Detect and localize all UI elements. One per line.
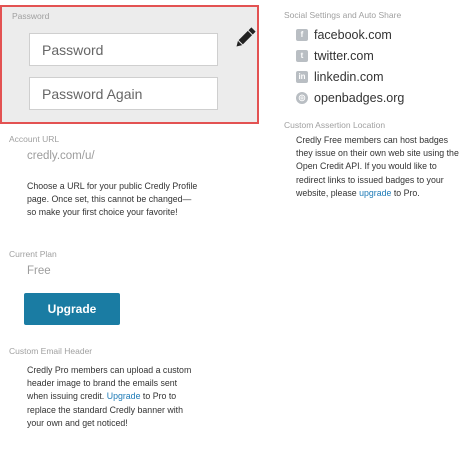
account-url-value: credly.com/u/ bbox=[27, 150, 95, 162]
email-header-text: when issuing credit. bbox=[27, 391, 105, 402]
linkedin-icon: in bbox=[296, 70, 308, 83]
openbadges-icon: ◎ bbox=[296, 91, 308, 104]
account-url-help-line: page. Once set, this cannot be changed— bbox=[27, 194, 192, 205]
account-url-help: Choose a URL for your public Credly Prof… bbox=[27, 180, 197, 220]
social-item-facebook[interactable]: f facebook.com bbox=[296, 24, 404, 45]
email-header-line: header image to brand the emails sent bbox=[27, 378, 178, 389]
account-url-help-line: so make your first choice your favorite! bbox=[27, 207, 178, 218]
current-plan-label: Current Plan bbox=[9, 249, 57, 259]
facebook-icon: f bbox=[296, 28, 308, 41]
assertion-line: Credly Free members can host badges bbox=[296, 135, 449, 145]
social-settings-label: Social Settings and Auto Share bbox=[284, 10, 402, 20]
social-item-label: openbadges.org bbox=[314, 90, 405, 105]
email-header-line: when issuing credit. Upgrade to Pro to bbox=[27, 390, 191, 403]
email-header-line: Credly Pro members can upload a custom bbox=[27, 365, 192, 375]
account-url-help-line: Choose a URL for your public Credly Prof… bbox=[27, 181, 198, 191]
account-url-label: Account URL bbox=[9, 134, 60, 144]
current-plan-value: Free bbox=[27, 265, 51, 277]
social-item-label: twitter.com bbox=[314, 48, 374, 63]
email-header-text: to Pro to bbox=[142, 391, 177, 402]
assertion-text: to Pro. bbox=[393, 187, 420, 198]
upgrade-button[interactable]: Upgrade bbox=[24, 293, 120, 325]
social-list: f facebook.com t twitter.com in linkedin… bbox=[296, 24, 404, 108]
assertion-line: they issue on their own web site using t… bbox=[296, 148, 459, 159]
upgrade-link[interactable]: upgrade bbox=[359, 188, 391, 198]
password-section: Password bbox=[0, 5, 259, 124]
custom-assertion-label: Custom Assertion Location bbox=[284, 120, 386, 130]
upgrade-link[interactable]: Upgrade bbox=[107, 391, 141, 401]
password-section-label: Password bbox=[12, 11, 50, 21]
password-again-field[interactable] bbox=[29, 77, 218, 110]
assertion-text: website, please bbox=[296, 187, 357, 198]
social-item-label: linkedin.com bbox=[314, 69, 384, 84]
twitter-icon: t bbox=[296, 49, 308, 62]
email-header-line: your own and get noticed! bbox=[27, 417, 128, 428]
password-field[interactable] bbox=[29, 33, 218, 66]
social-item-openbadges[interactable]: ◎ openbadges.org bbox=[296, 87, 404, 108]
social-item-twitter[interactable]: t twitter.com bbox=[296, 45, 404, 66]
custom-email-header-text: Credly Pro members can upload a custom h… bbox=[27, 364, 191, 430]
assertion-line: redirect links to issued badges to your bbox=[296, 174, 444, 185]
assertion-line: Open Credit API. If you would like to bbox=[296, 161, 437, 172]
email-header-line: replace the standard Credly banner with bbox=[27, 404, 183, 415]
assertion-line: website, please upgrade to Pro. bbox=[296, 187, 459, 200]
custom-assertion-text: Credly Free members can host badges they… bbox=[296, 134, 459, 200]
social-item-label: facebook.com bbox=[314, 27, 392, 42]
custom-email-header-label: Custom Email Header bbox=[9, 346, 93, 356]
social-item-linkedin[interactable]: in linkedin.com bbox=[296, 66, 404, 87]
pencil-icon[interactable] bbox=[234, 25, 256, 51]
